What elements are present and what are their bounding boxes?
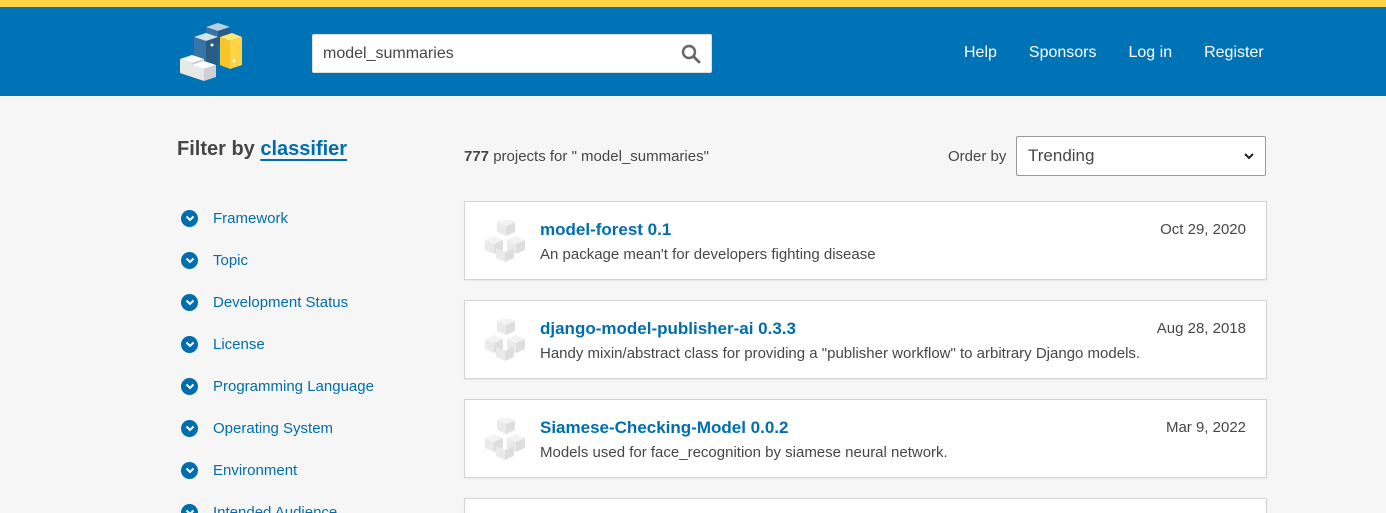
result-name: model-forest 0.1: [540, 220, 672, 239]
filter-item-label: Development Status: [213, 293, 349, 311]
filter-item-label: Topic: [213, 251, 249, 269]
filter-item-license[interactable]: License: [181, 323, 374, 365]
filter-item-label: License: [213, 335, 265, 353]
chevron-down-icon: [181, 209, 198, 227]
chevron-down-icon: [181, 293, 198, 311]
order-by-label: Order by: [948, 148, 1007, 165]
result-name: django-model-publisher-ai 0.3.3: [540, 319, 796, 338]
results-count-text: projects for " model_summaries": [493, 148, 709, 165]
result-card[interactable]: model-forest 0.1 An package mean't for d…: [464, 201, 1267, 280]
filter-title: Filter by classifier: [177, 138, 347, 161]
search-box: [312, 34, 712, 73]
chevron-down-icon: [1244, 153, 1254, 160]
filter-item-label: Framework: [213, 209, 289, 227]
nav-login-link[interactable]: Log in: [1113, 40, 1189, 66]
filter-item-label: Operating System: [213, 419, 334, 437]
filter-title-prefix: Filter by: [177, 138, 255, 160]
search-icon: [681, 44, 701, 63]
order-by-value: Trending: [1028, 146, 1095, 165]
site-header: Help Sponsors Log in Register: [0, 7, 1386, 96]
result-name: Siamese-Checking-Model 0.0.2: [540, 418, 789, 437]
result-date: Oct 29, 2020: [1160, 221, 1246, 238]
result-date: Mar 9, 2022: [1165, 419, 1246, 436]
search-input[interactable]: [313, 35, 673, 72]
results-count: 777 projects for " model_summaries": [464, 148, 709, 165]
results-count-number: 777: [464, 148, 490, 165]
result-card[interactable]: django-model-publisher-ai 0.3.3 Handy mi…: [464, 300, 1267, 379]
filter-item-label: Intended Audience: [213, 503, 338, 513]
chevron-down-icon: [181, 251, 198, 269]
package-icon: [485, 220, 525, 262]
classifier-link[interactable]: classifier: [260, 138, 347, 160]
package-icon: [485, 319, 525, 361]
search-button[interactable]: [671, 35, 711, 72]
nav-register-link[interactable]: Register: [1188, 40, 1280, 66]
chevron-down-icon: [181, 461, 198, 479]
chevron-down-icon: [181, 335, 198, 353]
filter-item-framework[interactable]: Framework: [181, 197, 374, 239]
main-nav: Help Sponsors Log in Register: [948, 40, 1280, 66]
filter-item-topic[interactable]: Topic: [181, 239, 374, 281]
package-icon: [485, 418, 525, 460]
nav-sponsors-link[interactable]: Sponsors: [1013, 40, 1113, 66]
chevron-down-icon: [181, 419, 198, 437]
filter-item-operating-system[interactable]: Operating System: [181, 407, 374, 449]
pypi-logo[interactable]: [176, 23, 244, 81]
result-date: Aug 28, 2018: [1156, 320, 1246, 337]
result-description: Handy mixin/abstract class for providing…: [540, 345, 1141, 362]
filter-item-intended-audience[interactable]: Intended Audience: [181, 491, 374, 513]
order-by-select[interactable]: Trending: [1016, 136, 1266, 176]
classifier-filter-list: Framework Topic Development Status Licen…: [181, 197, 374, 513]
filter-item-label: Programming Language: [213, 377, 374, 395]
result-card[interactable]: Siamese-Checking-Model 0.0.2 Models used…: [464, 399, 1267, 478]
result-description: Models used for face_recognition by siam…: [540, 444, 948, 461]
top-accent-strip: [0, 0, 1386, 7]
filter-item-environment[interactable]: Environment: [181, 449, 374, 491]
chevron-down-icon: [181, 377, 198, 395]
filter-item-development-status[interactable]: Development Status: [181, 281, 374, 323]
result-description: An package mean't for developers fightin…: [540, 246, 876, 263]
nav-help-link[interactable]: Help: [948, 40, 1013, 66]
result-card-partial[interactable]: [464, 498, 1267, 513]
chevron-down-icon: [181, 503, 198, 513]
filter-item-label: Environment: [213, 461, 298, 479]
filter-item-programming-language[interactable]: Programming Language: [181, 365, 374, 407]
